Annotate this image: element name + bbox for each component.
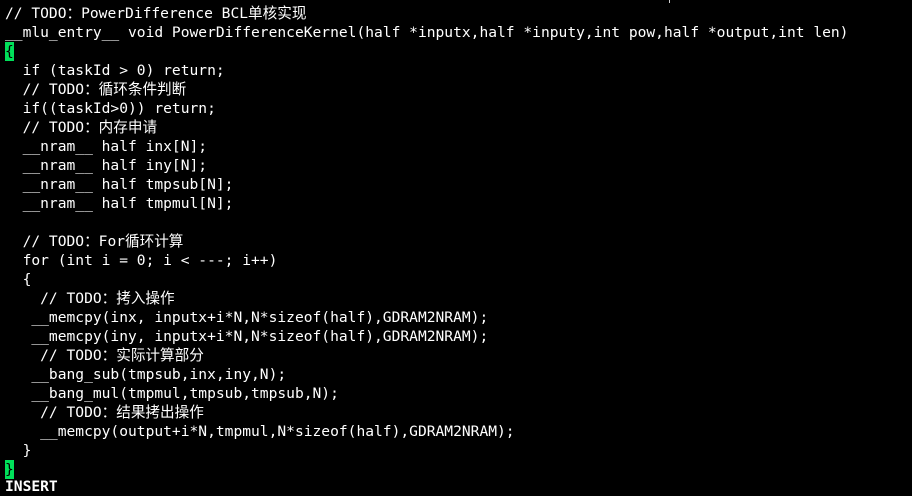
code-line: if (taskId > 0) return; xyxy=(5,62,225,79)
code-line: for (int i = 0; i < ---; i++) xyxy=(5,252,278,269)
code-line: __nram__ half tmpsub[N]; xyxy=(5,176,234,193)
code-line: } xyxy=(5,442,32,459)
code-line: __memcpy(output+i*N,tmpmul,N*sizeof(half… xyxy=(5,423,515,440)
text-cursor[interactable]: { xyxy=(5,42,14,61)
code-line: __nram__ half tmpmul[N]; xyxy=(5,195,234,212)
code-line: // TODO：For循环计算 xyxy=(5,233,184,250)
code-line: __bang_sub(tmpsub,inx,iny,N); xyxy=(5,366,287,383)
code-line: if((taskId>0)) return; xyxy=(5,100,216,117)
code-line: __nram__ half inx[N]; xyxy=(5,138,208,155)
code-line: // TODO：结果拷出操作 xyxy=(5,404,204,421)
code-line: // TODO：拷入操作 xyxy=(5,290,175,307)
code-line: { xyxy=(5,271,32,288)
scroll-indicator xyxy=(669,0,670,3)
code-line: __bang_mul(tmpmul,tmpsub,tmpsub,N); xyxy=(5,385,339,402)
code-line: // TODO：PowerDifference BCL单核实现 xyxy=(5,5,307,22)
terminal-window[interactable]: // TODO：PowerDifference BCL单核实现 __mlu_en… xyxy=(0,0,912,495)
code-line: __mlu_entry__ void PowerDifferenceKernel… xyxy=(5,24,849,41)
code-line: // TODO：内存申请 xyxy=(5,119,158,136)
code-line: // TODO：实际计算部分 xyxy=(5,347,204,364)
code-line: __memcpy(iny, inputx+i*N,N*sizeof(half),… xyxy=(5,328,489,345)
code-line: __memcpy(inx, inputx+i*N,N*sizeof(half),… xyxy=(5,309,489,326)
code-line: // TODO：循环条件判断 xyxy=(5,81,187,98)
editor-mode-indicator: INSERT xyxy=(5,478,58,495)
code-line: __nram__ half iny[N]; xyxy=(5,157,208,174)
code-line-cursor[interactable]: { xyxy=(5,42,14,61)
